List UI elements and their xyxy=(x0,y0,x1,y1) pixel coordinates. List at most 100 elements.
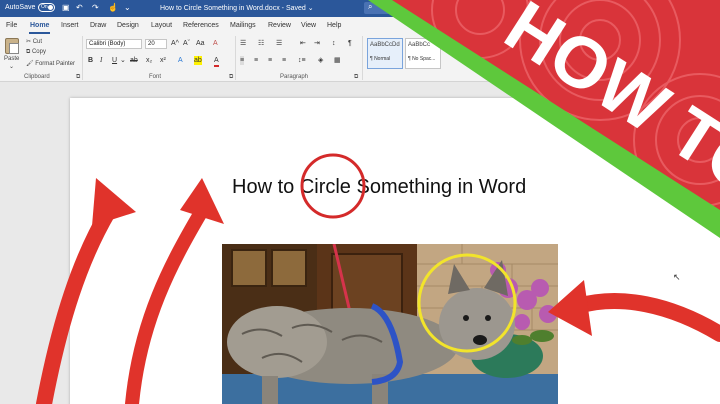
tab-help[interactable]: Help xyxy=(327,22,341,29)
customize-chevron-icon[interactable]: ⌄ xyxy=(124,3,131,13)
divider xyxy=(82,36,83,80)
tab-mailings[interactable]: Mailings xyxy=(230,22,256,29)
tab-home[interactable]: Home xyxy=(28,22,51,34)
dog-nose xyxy=(473,335,487,345)
door-window xyxy=(271,249,307,287)
copy-button[interactable]: ⧉ Copy xyxy=(26,49,46,56)
multilevel-list-icon[interactable]: ☰ xyxy=(276,39,282,48)
align-right-icon[interactable]: ≡ xyxy=(268,56,272,65)
numbering-icon[interactable]: ☷ xyxy=(258,39,264,48)
document-title: How to Circle Something in Word.docx - S… xyxy=(160,5,314,12)
saved-status: Saved xyxy=(285,5,306,12)
dog-eye xyxy=(485,315,491,321)
align-left-icon[interactable]: ≡ xyxy=(240,56,245,65)
font-family-select[interactable]: Calibri (Body) xyxy=(86,39,142,49)
mouse-cursor-icon: ↖ xyxy=(673,272,681,282)
dog-photo[interactable] xyxy=(222,244,558,404)
heading-circled-word: Circle xyxy=(299,176,351,198)
clipboard-group-label: Clipboard xyxy=(24,74,50,80)
format-painter-button[interactable]: 🖌 Format Painter xyxy=(26,60,75,67)
decrease-indent-icon[interactable]: ⇤ xyxy=(300,39,306,48)
clear-formatting-label: A xyxy=(213,40,218,47)
tab-design[interactable]: Design xyxy=(117,22,139,29)
paste-chevron-icon[interactable]: ⌄ xyxy=(9,63,14,70)
paragraph-launcher-icon[interactable]: ⧉ xyxy=(354,74,358,81)
style-name: ¶ Normal xyxy=(370,56,391,62)
autosave-toggle[interactable]: On xyxy=(38,3,55,12)
tab-layout[interactable]: Layout xyxy=(151,22,172,29)
paragraph-group-label: Paragraph xyxy=(280,74,309,80)
text-effects-button[interactable]: A xyxy=(178,56,183,65)
divider xyxy=(235,36,236,80)
strikethrough-button[interactable]: ab xyxy=(130,56,138,65)
sort-icon[interactable]: ↕ xyxy=(332,39,336,48)
subscript-button[interactable]: x₂ xyxy=(146,56,152,65)
paste-icon[interactable] xyxy=(5,38,19,54)
dog-head xyxy=(439,288,515,360)
clear-formatting-button[interactable]: A xyxy=(213,39,218,48)
increase-indent-icon[interactable]: ⇥ xyxy=(314,39,320,48)
grow-font-button[interactable]: A^ xyxy=(171,39,179,48)
title-bar: AutoSave On ▣ ↶ ↷ ☝ ⌄ How to Circle Some… xyxy=(0,0,720,17)
highlight-button[interactable]: ab xyxy=(194,56,202,65)
underline-chevron-icon[interactable]: ⌄ xyxy=(120,56,126,65)
font-group-label: Font xyxy=(149,74,162,80)
italic-button[interactable]: I xyxy=(100,56,102,65)
brush-icon: 🖌 xyxy=(26,61,34,67)
document-name: How to Circle Something in Word.docx xyxy=(160,5,280,12)
font-launcher-icon[interactable]: ⧉ xyxy=(229,74,233,81)
tab-draw[interactable]: Draw xyxy=(90,22,106,29)
ribbon-tabs: File Home Insert Draw Design Layout Refe… xyxy=(0,17,720,34)
bold-button[interactable]: B xyxy=(88,56,93,65)
font-color-button[interactable]: A xyxy=(214,56,219,67)
dog-leg xyxy=(262,376,278,404)
paste-button[interactable]: Paste xyxy=(4,56,19,62)
underline-button[interactable]: U xyxy=(112,56,117,65)
format-painter-label: Format Painter xyxy=(35,61,75,67)
justify-icon[interactable]: ≡ xyxy=(282,56,286,65)
cut-label: Cut xyxy=(32,39,43,45)
undo-icon[interactable]: ↶ xyxy=(76,3,83,13)
show-marks-button[interactable]: ¶ xyxy=(348,39,352,48)
clipboard-launcher-icon[interactable]: ⧉ xyxy=(76,74,80,81)
touch-mode-icon[interactable]: ☝ xyxy=(108,3,118,13)
style-preview: AaBbCcDd xyxy=(370,42,400,48)
shrink-font-button[interactable]: Aˇ xyxy=(183,39,190,48)
style-name: ¶ No Spac... xyxy=(408,56,436,62)
style-normal[interactable]: AaBbCcDd ¶ Normal xyxy=(367,38,403,69)
change-case-label: Aa xyxy=(196,40,205,47)
dog-photo-image xyxy=(222,244,558,404)
dog-eye xyxy=(463,315,469,321)
save-icon[interactable]: ▣ xyxy=(62,3,70,13)
font-size-value: 20 xyxy=(148,41,155,47)
style-preview: AaBbCc xyxy=(408,42,431,48)
borders-icon[interactable]: ▦ xyxy=(334,56,341,65)
tab-file[interactable]: File xyxy=(6,22,17,29)
font-size-select[interactable]: 20 xyxy=(145,39,167,49)
divider xyxy=(362,36,363,80)
copy-label: Copy xyxy=(31,49,46,55)
tab-references[interactable]: References xyxy=(183,22,219,29)
ribbon-home: Paste ⌄ ✂ Cut ⧉ Copy 🖌 Format Painter Cl… xyxy=(0,34,720,82)
align-center-icon[interactable]: ≡ xyxy=(254,56,258,65)
font-family-value: Calibri (Body) xyxy=(89,41,126,47)
shading-icon[interactable]: ◈ xyxy=(318,56,323,65)
tab-review[interactable]: Review xyxy=(268,22,291,29)
bullets-icon[interactable]: ☰ xyxy=(240,39,246,48)
change-case-button[interactable]: Aa xyxy=(196,39,205,48)
copy-icon: ⧉ xyxy=(26,49,31,55)
search-box[interactable]: ⌕ Search (A xyxy=(364,2,434,14)
style-no-spacing[interactable]: AaBbCc ¶ No Spac... xyxy=(405,38,441,69)
heading-text-after: Something in Word xyxy=(350,176,527,198)
scissors-icon: ✂ xyxy=(26,39,32,45)
document-heading[interactable]: How to Circle Something in Word xyxy=(232,176,526,199)
redo-icon[interactable]: ↷ xyxy=(92,3,99,13)
shrink-font-label: A xyxy=(183,40,188,47)
superscript-button[interactable]: x² xyxy=(160,56,166,65)
tab-insert[interactable]: Insert xyxy=(61,22,79,29)
cut-button[interactable]: ✂ Cut xyxy=(26,38,42,45)
tab-view[interactable]: View xyxy=(301,22,316,29)
line-spacing-icon[interactable]: ↕≡ xyxy=(298,56,306,65)
search-placeholder: Search (A xyxy=(380,4,407,10)
door-window xyxy=(231,249,267,287)
